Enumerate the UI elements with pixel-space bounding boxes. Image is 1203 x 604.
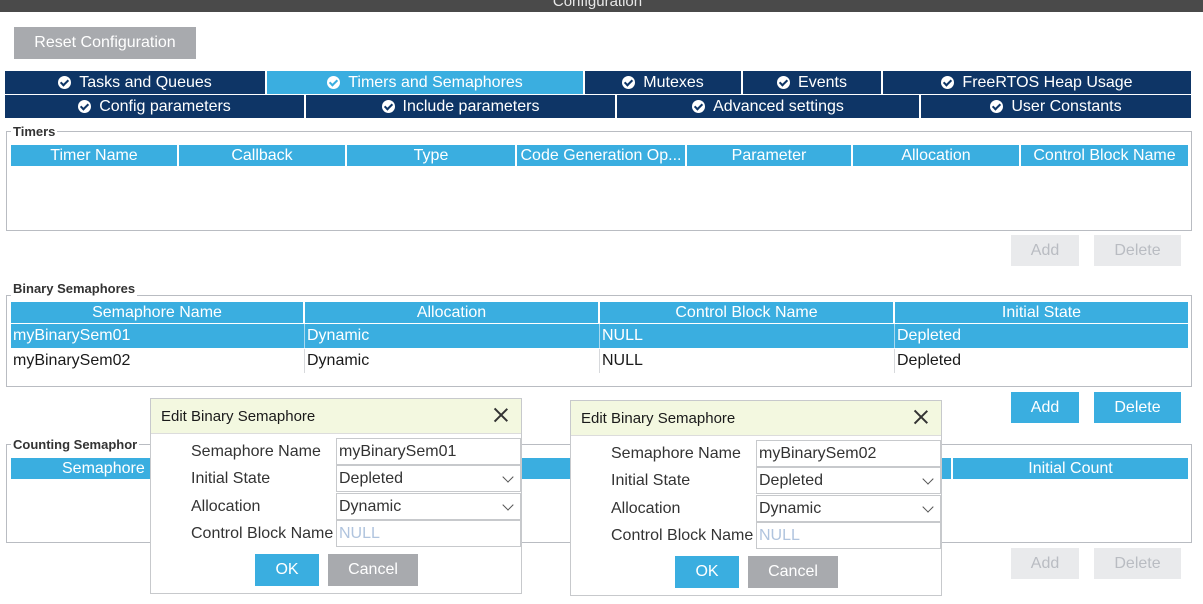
column-header[interactable]: Control Block Name	[600, 302, 895, 323]
initial-state-select[interactable]: Depleted	[756, 467, 941, 494]
tab-freertos-heap-usage[interactable]: FreeRTOS Heap Usage	[883, 71, 1191, 94]
table-cell: NULL	[600, 324, 895, 348]
ok-button[interactable]: OK	[675, 556, 739, 588]
tab-include-parameters[interactable]: Include parameters	[306, 95, 617, 118]
close-icon[interactable]	[493, 407, 509, 423]
tab-config-parameters[interactable]: Config parameters	[5, 95, 306, 118]
binary-table-header: Semaphore Name Allocation Control Block …	[11, 302, 1188, 323]
binary-semaphores-group-label: Binary Semaphores	[11, 281, 138, 296]
column-header[interactable]: Allocation	[853, 145, 1021, 166]
table-row[interactable]: myBinarySem01 Dynamic NULL Depleted	[11, 324, 1188, 348]
tab-advanced-settings[interactable]: Advanced settings	[617, 95, 921, 118]
tab-mutexes[interactable]: Mutexes	[585, 71, 743, 94]
allocation-label: Allocation	[611, 500, 681, 517]
table-cell: Depleted	[897, 327, 962, 344]
table-row[interactable]: myBinarySem02 Dynamic NULL Depleted	[11, 349, 1188, 373]
check-icon	[622, 76, 636, 89]
initial-state-label: Initial State	[191, 470, 271, 487]
control-block-name-label: Control Block Name	[611, 527, 754, 544]
cancel-button[interactable]: Cancel	[328, 554, 418, 586]
chevron-down-icon	[922, 501, 934, 513]
timers-table-header: Timer Name Callback Type Code Generation…	[11, 145, 1188, 166]
check-icon	[78, 100, 92, 113]
column-header[interactable]: Code Generation Op...	[517, 145, 687, 166]
table-cell: NULL	[600, 349, 895, 373]
allocation-label: Allocation	[191, 498, 261, 515]
initial-state-value: Depleted	[339, 469, 404, 487]
window-title: Configuration	[552, 0, 643, 10]
control-block-name-input[interactable]: NULL	[756, 522, 941, 549]
check-icon	[327, 76, 341, 89]
semaphore-name-label: Semaphore Name	[611, 445, 741, 462]
binary-add-button[interactable]: Add	[1011, 392, 1079, 423]
initial-state-value: Depleted	[759, 471, 824, 489]
dialog-titlebar: Edit Binary Semaphore	[151, 399, 521, 434]
tab-events[interactable]: Events	[743, 71, 883, 94]
control-block-name-label: Control Block Name	[191, 525, 334, 542]
column-header[interactable]: Semaphore Name	[11, 302, 305, 323]
column-header[interactable]: Timer Name	[11, 145, 179, 166]
tab-bar-primary: Tasks and Queues Timers and Semaphores M…	[5, 71, 1191, 94]
table-cell: myBinarySem02	[11, 349, 305, 373]
window-titlebar: Configuration	[0, 0, 1203, 12]
close-icon[interactable]	[913, 409, 929, 425]
check-icon	[777, 76, 791, 89]
column-header[interactable]: Callback	[179, 145, 347, 166]
dialog-title: Edit Binary Semaphore	[581, 410, 736, 427]
table-cell: Dynamic	[305, 349, 600, 373]
tab-timers-and-semaphores[interactable]: Timers and Semaphores	[267, 71, 585, 94]
edit-binary-semaphore-dialog: Edit Binary Semaphore Semaphore Name myB…	[150, 398, 522, 594]
initial-state-select[interactable]: Depleted	[336, 465, 521, 492]
table-cell: myBinarySem01	[11, 324, 305, 348]
column-header[interactable]: Initial State	[895, 302, 1188, 323]
semaphore-name-label: Semaphore Name	[191, 443, 321, 460]
counting-semaphores-group-label: Counting Semaphor	[11, 437, 140, 452]
counting-delete-button[interactable]: Delete	[1094, 548, 1181, 579]
timers-delete-button[interactable]: Delete	[1094, 235, 1181, 266]
check-icon	[381, 100, 395, 113]
chevron-down-icon	[502, 499, 514, 511]
semaphore-name-input[interactable]: myBinarySem02	[756, 440, 941, 467]
ok-button[interactable]: OK	[255, 554, 319, 586]
chevron-down-icon	[502, 471, 514, 483]
allocation-select[interactable]: Dynamic	[336, 493, 521, 520]
semaphore-name-input[interactable]: myBinarySem01	[336, 438, 521, 465]
initial-state-label: Initial State	[611, 472, 691, 489]
allocation-select[interactable]: Dynamic	[756, 495, 941, 522]
tab-tasks-and-queues[interactable]: Tasks and Queues	[5, 71, 267, 94]
timers-add-button[interactable]: Add	[1011, 235, 1079, 266]
dialog-titlebar: Edit Binary Semaphore	[571, 401, 941, 436]
binary-delete-button[interactable]: Delete	[1094, 392, 1181, 423]
check-icon	[990, 100, 1004, 113]
allocation-value: Dynamic	[759, 499, 822, 517]
column-header[interactable]: Initial Count	[953, 458, 1188, 479]
column-header[interactable]: Parameter	[687, 145, 853, 166]
column-header[interactable]: Control Block Name	[1021, 145, 1188, 166]
dialog-title: Edit Binary Semaphore	[161, 408, 316, 425]
check-icon	[58, 76, 72, 89]
edit-binary-semaphore-dialog: Edit Binary Semaphore Semaphore Name myB…	[570, 400, 942, 596]
check-icon	[941, 76, 955, 89]
check-icon	[692, 100, 706, 113]
table-cell: Dynamic	[305, 324, 600, 348]
control-block-name-input[interactable]: NULL	[336, 520, 521, 547]
tab-user-constants[interactable]: User Constants	[921, 95, 1191, 118]
column-header[interactable]: Allocation	[305, 302, 600, 323]
reset-configuration-button[interactable]: Reset Configuration	[14, 27, 196, 59]
table-cell: Depleted	[897, 352, 962, 369]
timers-group-label: Timers	[11, 124, 58, 139]
counting-add-button[interactable]: Add	[1011, 548, 1079, 579]
allocation-value: Dynamic	[339, 497, 402, 515]
chevron-down-icon	[922, 473, 934, 485]
tab-bar-secondary: Config parameters Include parameters Adv…	[5, 95, 1191, 118]
column-header[interactable]: Type	[347, 145, 517, 166]
cancel-button[interactable]: Cancel	[748, 556, 838, 588]
